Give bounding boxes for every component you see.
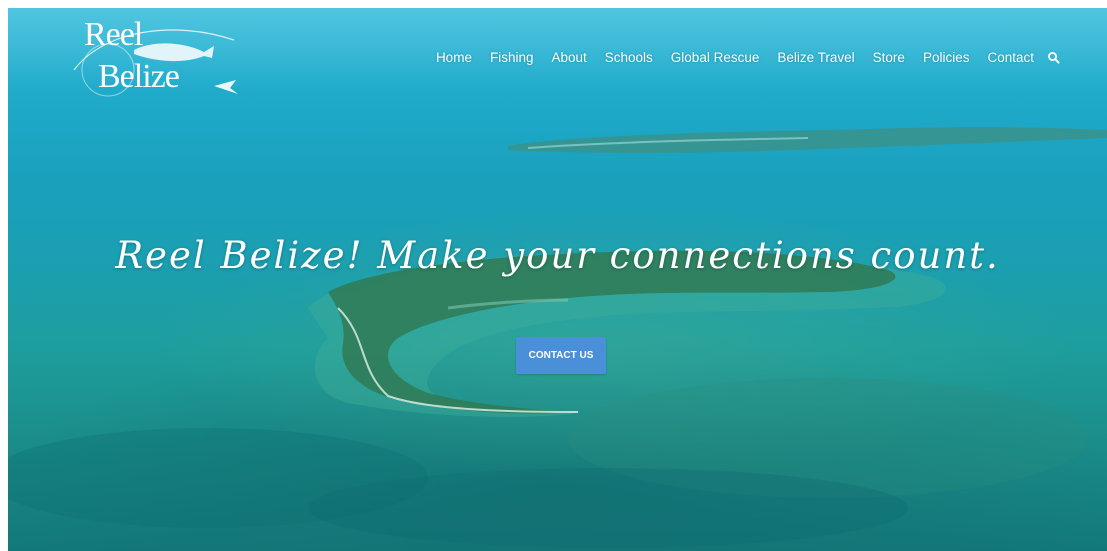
nav-item-fishing[interactable]: Fishing — [481, 50, 543, 65]
search-icon[interactable] — [1047, 51, 1061, 65]
nav-item-about[interactable]: About — [542, 50, 595, 65]
nav-item-belize-travel[interactable]: Belize Travel — [768, 50, 863, 65]
nav-item-schools[interactable]: Schools — [596, 50, 662, 65]
nav-item-global-rescue[interactable]: Global Rescue — [662, 50, 769, 65]
site-logo[interactable]: Reel Belize — [64, 10, 264, 110]
nav-item-contact[interactable]: Contact — [978, 50, 1043, 65]
nav-item-store[interactable]: Store — [864, 50, 914, 65]
contact-us-button[interactable]: CONTACT US — [516, 337, 606, 374]
logo-text-belize: Belize — [98, 58, 180, 95]
logo-text-reel: Reel — [84, 16, 143, 53]
main-navigation: Home Fishing About Schools Global Rescue… — [427, 50, 1061, 65]
nav-item-home[interactable]: Home — [427, 50, 481, 65]
hero-tagline: Reel Belize! Make your connections count… — [115, 234, 1000, 277]
hero-section: Reel Belize Home Fishing About Schools G… — [8, 8, 1107, 551]
nav-item-policies[interactable]: Policies — [914, 50, 979, 65]
